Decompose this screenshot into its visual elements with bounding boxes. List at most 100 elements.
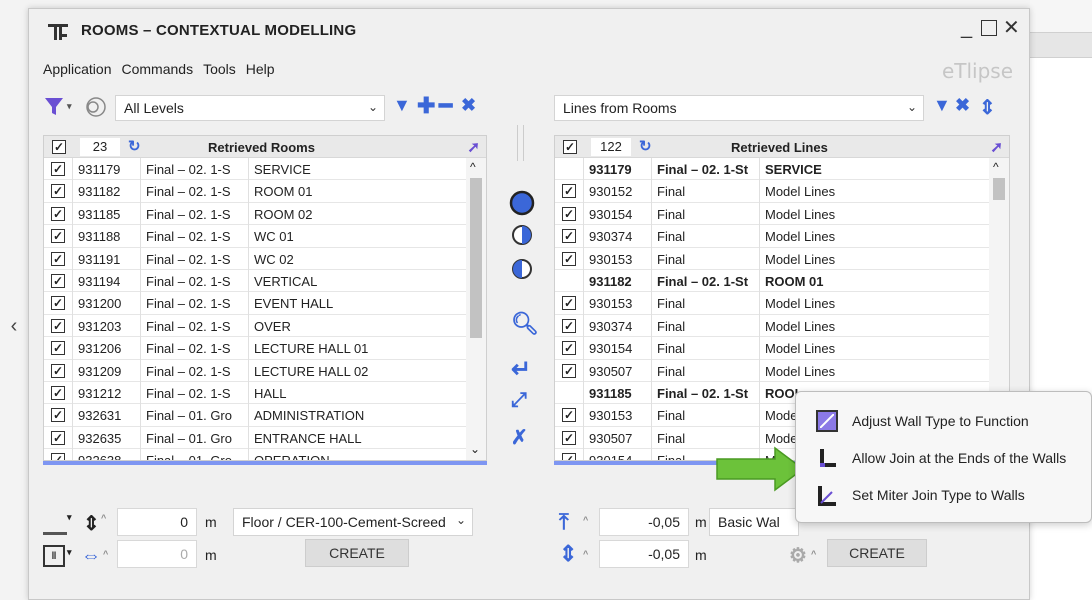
row-checkbox[interactable]: ✓ <box>51 363 65 378</box>
base-offset-icon[interactable]: ⇕ <box>559 541 577 567</box>
table-row[interactable]: ✓ 931209 Final – 02. 1-S LECTURE HALL 02 <box>44 360 466 382</box>
transfer-icon[interactable]: ↵ <box>511 355 531 384</box>
row-checkbox[interactable]: ✓ <box>562 318 576 333</box>
row-checkbox[interactable]: ✓ <box>51 162 65 176</box>
row-checkbox[interactable]: ✓ <box>562 363 576 378</box>
row-checkbox[interactable]: ✓ <box>562 184 576 199</box>
line-source-select[interactable]: Lines from Rooms ⌄ <box>554 95 924 121</box>
select-cursor-icon[interactable]: ➚ <box>990 138 1003 156</box>
add-icon[interactable]: ✚ <box>417 93 435 119</box>
row-checkbox[interactable]: ✓ <box>51 296 65 311</box>
table-row[interactable]: ✓ 930507 Final Model Lines <box>555 360 989 382</box>
wall-dropdown-icon[interactable]: ▾ <box>67 547 72 558</box>
clear-icon[interactable]: ✖ <box>461 95 476 116</box>
row-checkbox[interactable]: ✓ <box>51 229 65 244</box>
floor-dropdown-icon[interactable]: ▾ <box>67 512 72 523</box>
refresh-icon[interactable]: ↻ <box>639 137 652 155</box>
close-icon[interactable]: ✕ <box>1003 15 1020 40</box>
row-checkbox[interactable]: ✓ <box>51 430 65 445</box>
wall-icon[interactable]: ‖ <box>43 545 65 567</box>
table-row[interactable]: ✓ 931194 Final – 02. 1-S VERTICAL <box>44 270 466 293</box>
row-checkbox[interactable]: ✓ <box>562 206 576 221</box>
row-checkbox[interactable]: ✓ <box>562 430 576 445</box>
top-offset-icon[interactable]: ⤒ <box>559 509 569 535</box>
deselect-icon[interactable]: ✗ <box>511 425 528 450</box>
table-row[interactable]: 931179 Final – 02. 1-St SERVICE <box>555 158 989 181</box>
row-checkbox[interactable]: ✓ <box>51 386 65 400</box>
clear-icon[interactable]: ✖ <box>955 95 970 116</box>
table-row[interactable]: ✓ 932631 Final – 01. Gro ADMINISTRATION <box>44 404 466 427</box>
select-all-icon[interactable] <box>508 189 536 217</box>
table-row[interactable]: ✓ 931188 Final – 02. 1-S WC 01 <box>44 225 466 248</box>
row-checkbox[interactable]: ✓ <box>51 206 65 221</box>
menu-tools[interactable]: Tools <box>203 61 236 77</box>
scroll-thumb[interactable] <box>993 178 1005 200</box>
invert-select-icon[interactable] <box>510 257 534 281</box>
refresh-icon[interactable]: ↻ <box>128 137 141 155</box>
rooms-scrollbar[interactable]: ^ ⌄ <box>466 158 486 460</box>
table-row[interactable]: ✓ 931212 Final – 02. 1-S HALL <box>44 382 466 405</box>
table-row[interactable]: ✓ 931191 Final – 02. 1-S WC 02 <box>44 248 466 270</box>
select-all-lines-checkbox[interactable]: ✓ <box>563 140 577 154</box>
filter-dropdown-icon[interactable]: ▾ <box>67 101 72 112</box>
scroll-up-icon[interactable]: ^ <box>993 160 999 174</box>
table-row[interactable]: ✓ 930153 Final Model Lines <box>555 248 989 270</box>
menu-item-adjust-wall-type[interactable]: Adjust Wall Type to Function <box>816 407 1029 435</box>
create-floor-button[interactable]: CREATE <box>305 539 409 567</box>
offset2-stepper-icon[interactable]: ^ <box>103 549 108 559</box>
row-checkbox[interactable]: ✓ <box>562 251 576 266</box>
maximize-icon[interactable] <box>981 20 997 36</box>
table-row[interactable]: ✓ 930153 Final Model Lines <box>555 292 989 315</box>
horizontal-offset-icon[interactable]: ⇔ <box>81 545 101 568</box>
table-row[interactable]: ✓ 930154 Final Model Lines <box>555 203 989 226</box>
table-row[interactable]: ✓ 931182 Final – 02. 1-S ROOM 01 <box>44 180 466 203</box>
row-checkbox[interactable]: ✓ <box>51 251 65 266</box>
top-stepper-icon[interactable]: ^ <box>583 515 588 525</box>
wall-type-select[interactable]: Basic Wal <box>709 508 799 536</box>
scroll-up-icon[interactable]: ^ <box>470 160 476 174</box>
floor-offset-input[interactable]: 0 <box>117 508 197 536</box>
remove-icon[interactable]: ━ <box>439 93 452 119</box>
half-select-icon[interactable] <box>510 223 534 247</box>
base-offset-input[interactable]: -0,05 <box>599 540 689 568</box>
menu-item-miter-join[interactable]: Set Miter Join Type to Walls <box>816 481 1025 509</box>
create-walls-button[interactable]: CREATE <box>827 539 927 567</box>
table-row[interactable]: ✓ 931179 Final – 02. 1-S SERVICE <box>44 158 466 181</box>
no-filter-icon[interactable] <box>84 95 108 119</box>
table-row[interactable]: ✓ 931206 Final – 02. 1-S LECTURE HALL 01 <box>44 337 466 360</box>
row-checkbox[interactable]: ✓ <box>51 341 65 356</box>
scroll-thumb[interactable] <box>470 178 482 338</box>
vertical-offset-icon[interactable]: ⇕ <box>83 511 100 536</box>
wall-offset-input[interactable]: 0 <box>117 540 197 568</box>
zoom-icon[interactable]: 🔍︎ <box>511 311 539 337</box>
fit-view-icon[interactable]: ⤢ <box>511 389 527 412</box>
row-checkbox[interactable]: ✓ <box>51 318 65 333</box>
menu-application[interactable]: Application <box>43 61 112 77</box>
table-row[interactable]: ✓ 932638 Final – 01. Gro OPERATION <box>44 449 466 460</box>
filter-icon[interactable] <box>43 95 67 119</box>
floor-icon[interactable] <box>43 515 67 535</box>
row-checkbox[interactable]: ✓ <box>51 274 65 288</box>
minimize-icon[interactable]: _ <box>961 17 972 40</box>
top-offset-input[interactable]: -0,05 <box>599 508 689 536</box>
table-row[interactable]: ✓ 930374 Final Model Lines <box>555 225 989 248</box>
menu-commands[interactable]: Commands <box>122 61 194 77</box>
floor-type-select[interactable]: Floor / CER-100-Cement-Screed ⌄ <box>233 508 473 536</box>
table-row[interactable]: ✓ 930374 Final Model Lines <box>555 315 989 338</box>
table-row[interactable]: ✓ 931185 Final – 02. 1-S ROOM 02 <box>44 203 466 226</box>
expand-icon[interactable]: ⇕ <box>979 95 996 120</box>
row-checkbox[interactable]: ✓ <box>51 453 65 460</box>
table-row[interactable]: ✓ 932635 Final – 01. Gro ENTRANCE HALL <box>44 427 466 450</box>
apply-filter-icon[interactable]: ▼ <box>933 95 951 116</box>
row-checkbox[interactable]: ✓ <box>562 296 576 311</box>
table-row[interactable]: ✓ 930152 Final Model Lines <box>555 180 989 203</box>
select-all-rooms-checkbox[interactable]: ✓ <box>52 140 66 154</box>
settings-dropdown-icon[interactable]: ^ <box>811 549 816 559</box>
gear-icon[interactable]: ⚙ <box>789 543 807 568</box>
table-row[interactable]: ✓ 931203 Final – 02. 1-S OVER <box>44 315 466 338</box>
level-filter-select[interactable]: All Levels ⌄ <box>115 95 385 121</box>
row-checkbox[interactable]: ✓ <box>562 408 576 423</box>
menu-help[interactable]: Help <box>246 61 275 77</box>
row-checkbox[interactable]: ✓ <box>562 341 576 356</box>
base-stepper-icon[interactable]: ^ <box>583 549 588 559</box>
